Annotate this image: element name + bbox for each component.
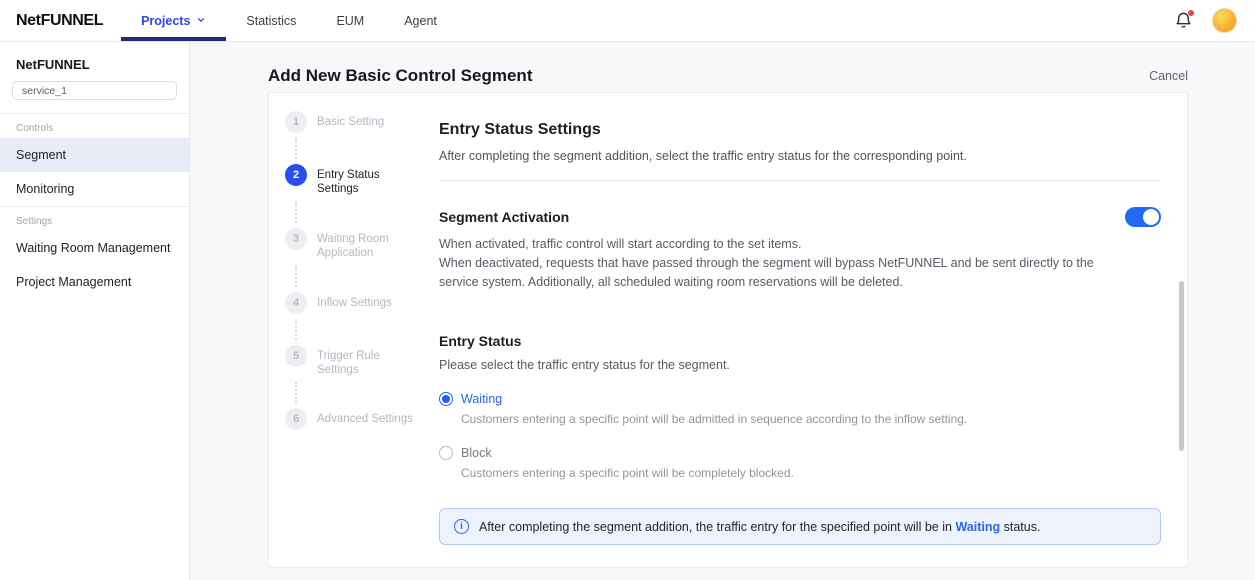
activation-desc-line1: When activated, traffic control will sta…	[439, 237, 801, 251]
nav-item-statistics[interactable]: Statistics	[226, 0, 316, 41]
radio-description: Customers entering a specific point will…	[461, 466, 1161, 480]
segment-activation-row: Segment Activation	[439, 207, 1161, 227]
app-logo[interactable]: NetFUNNEL	[16, 12, 103, 30]
step-label: Entry Status Settings	[317, 164, 417, 197]
radio-button-block[interactable]	[439, 446, 453, 460]
top-navbar: NetFUNNEL Projects Statistics EUM Agent	[0, 0, 1255, 42]
info-banner: i After completing the segment addition,…	[439, 508, 1161, 545]
sidebar-item-monitoring[interactable]: Monitoring	[0, 172, 189, 206]
section-description: After completing the segment addition, s…	[439, 149, 1161, 163]
sidebar-item-segment[interactable]: Segment	[0, 138, 189, 172]
radio-label: Waiting	[461, 392, 502, 406]
entry-status-block: Entry Status Please select the traffic e…	[439, 333, 1161, 480]
segment-activation-description: When activated, traffic control will sta…	[439, 235, 1129, 291]
radio-description: Customers entering a specific point will…	[461, 412, 1161, 426]
cancel-button[interactable]: Cancel	[1149, 69, 1188, 83]
step-number: 1	[285, 111, 307, 133]
sidebar-section-controls: Controls	[0, 114, 189, 138]
sidebar: NetFUNNEL service_1 Controls Segment Mon…	[0, 42, 190, 580]
nav-item-agent[interactable]: Agent	[384, 0, 457, 41]
activation-desc-line2: When deactivated, requests that have pas…	[439, 256, 1094, 289]
radio-option-block[interactable]: Block Customers entering a specific poin…	[439, 446, 1161, 480]
wizard-card: 1 Basic Setting 2 Entry Status Settings …	[268, 92, 1188, 568]
step-connector	[295, 138, 297, 159]
sidebar-item-project-management[interactable]: Project Management	[0, 265, 189, 299]
sidebar-item-waiting-room-management[interactable]: Waiting Room Management	[0, 231, 189, 265]
step-number: 6	[285, 408, 307, 430]
step-waiting-room-application[interactable]: 3 Waiting Room Application	[285, 228, 439, 261]
step-inflow-settings[interactable]: 4 Inflow Settings	[285, 292, 439, 314]
nav-item-label: Statistics	[246, 14, 296, 28]
segment-activation-toggle[interactable]	[1125, 207, 1161, 227]
toggle-knob	[1143, 209, 1159, 225]
main-area: Add New Basic Control Segment Cancel 1 B…	[190, 42, 1255, 580]
step-label: Waiting Room Application	[317, 228, 417, 261]
step-basic-setting[interactable]: 1 Basic Setting	[285, 111, 439, 133]
topnav-right	[1174, 0, 1237, 41]
wizard-stepper: 1 Basic Setting 2 Entry Status Settings …	[269, 93, 439, 567]
step-number: 4	[285, 292, 307, 314]
step-entry-status-settings[interactable]: 2 Entry Status Settings	[285, 164, 439, 197]
radio-label: Block	[461, 446, 492, 460]
nav-item-label: Agent	[404, 14, 437, 28]
step-trigger-rule-settings[interactable]: 5 Trigger Rule Settings	[285, 345, 439, 378]
radio-button-waiting[interactable]	[439, 392, 453, 406]
notifications-bell-icon[interactable]	[1174, 11, 1194, 31]
section-divider	[439, 180, 1161, 181]
step-advanced-settings[interactable]: 6 Advanced Settings	[285, 408, 439, 430]
step-connector	[295, 319, 297, 340]
chevron-down-icon	[196, 14, 206, 28]
radio-option-waiting[interactable]: Waiting Customers entering a specific po…	[439, 392, 1161, 426]
content-scrollbar[interactable]	[1179, 281, 1184, 451]
wizard-content: Entry Status Settings After completing t…	[439, 93, 1187, 567]
nav-item-label: EUM	[336, 14, 364, 28]
nav-item-label: Projects	[141, 14, 190, 28]
sidebar-project-title: NetFUNNEL	[0, 57, 189, 72]
info-icon: i	[454, 519, 469, 534]
step-label: Advanced Settings	[317, 408, 417, 426]
step-connector	[295, 266, 297, 287]
nav-item-eum[interactable]: EUM	[316, 0, 384, 41]
primary-nav: Projects Statistics EUM Agent	[121, 0, 457, 41]
step-number: 5	[285, 345, 307, 367]
step-label: Trigger Rule Settings	[317, 345, 417, 378]
entry-status-title: Entry Status	[439, 333, 1161, 349]
step-connector	[295, 382, 297, 403]
user-avatar[interactable]	[1212, 8, 1237, 33]
service-selector[interactable]: service_1	[12, 81, 177, 100]
segment-activation-title: Segment Activation	[439, 209, 569, 225]
step-connector	[295, 202, 297, 223]
step-number: 2	[285, 164, 307, 186]
nav-item-projects[interactable]: Projects	[121, 0, 226, 41]
step-number: 3	[285, 228, 307, 250]
step-label: Basic Setting	[317, 111, 417, 129]
banner-highlight: Waiting	[955, 520, 1000, 534]
sidebar-section-settings: Settings	[0, 207, 189, 231]
step-label: Inflow Settings	[317, 292, 417, 310]
info-banner-text: After completing the segment addition, t…	[479, 520, 1040, 534]
entry-status-description: Please select the traffic entry status f…	[439, 358, 1161, 372]
page-header: Add New Basic Control Segment Cancel	[268, 66, 1188, 86]
notification-dot	[1188, 10, 1194, 16]
page-title: Add New Basic Control Segment	[268, 66, 532, 86]
section-title: Entry Status Settings	[439, 121, 1161, 139]
